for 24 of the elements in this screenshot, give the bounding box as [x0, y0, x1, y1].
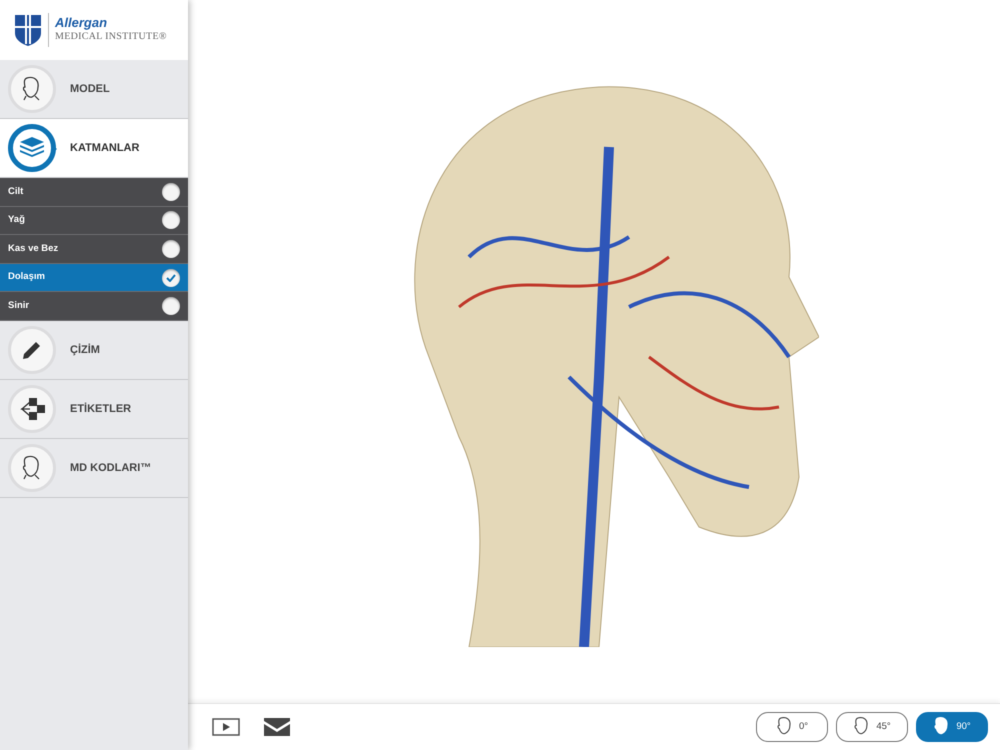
- layer-row[interactable]: Yağ: [0, 206, 188, 236]
- view-angle-button[interactable]: 45°: [836, 712, 908, 742]
- layer-row[interactable]: Dolaşım: [0, 264, 188, 292]
- layers-icon: [19, 136, 45, 160]
- layer-row[interactable]: Cilt: [0, 178, 188, 207]
- mail-icon[interactable]: [264, 718, 290, 736]
- layer-row[interactable]: Kas ve Bez: [0, 235, 188, 264]
- menu-item[interactable]: ETİKETLER: [0, 380, 188, 439]
- brand-name: Allergan: [55, 16, 108, 29]
- institute-name: MEDICAL INSTITUTE®: [55, 30, 167, 44]
- check-icon: [166, 274, 176, 282]
- view-angle-button[interactable]: 0°: [756, 712, 828, 742]
- play-icon[interactable]: [212, 718, 240, 736]
- layer-checkbox[interactable]: [162, 211, 180, 230]
- shield-logo-icon: [14, 13, 42, 47]
- layer-checkbox[interactable]: [162, 268, 180, 287]
- menu-item[interactable]: MD KODLARI™: [0, 438, 188, 498]
- view-angle-button[interactable]: 90°: [916, 712, 988, 742]
- layer-checkbox[interactable]: [162, 240, 180, 258]
- layer-checkbox[interactable]: [162, 182, 180, 201]
- menu-item[interactable]: ÇİZİM: [0, 320, 188, 380]
- layer-row[interactable]: Sinir: [0, 292, 188, 321]
- menu-item[interactable]: KATMANLAR: [0, 119, 188, 178]
- layer-checkbox[interactable]: [162, 297, 180, 316]
